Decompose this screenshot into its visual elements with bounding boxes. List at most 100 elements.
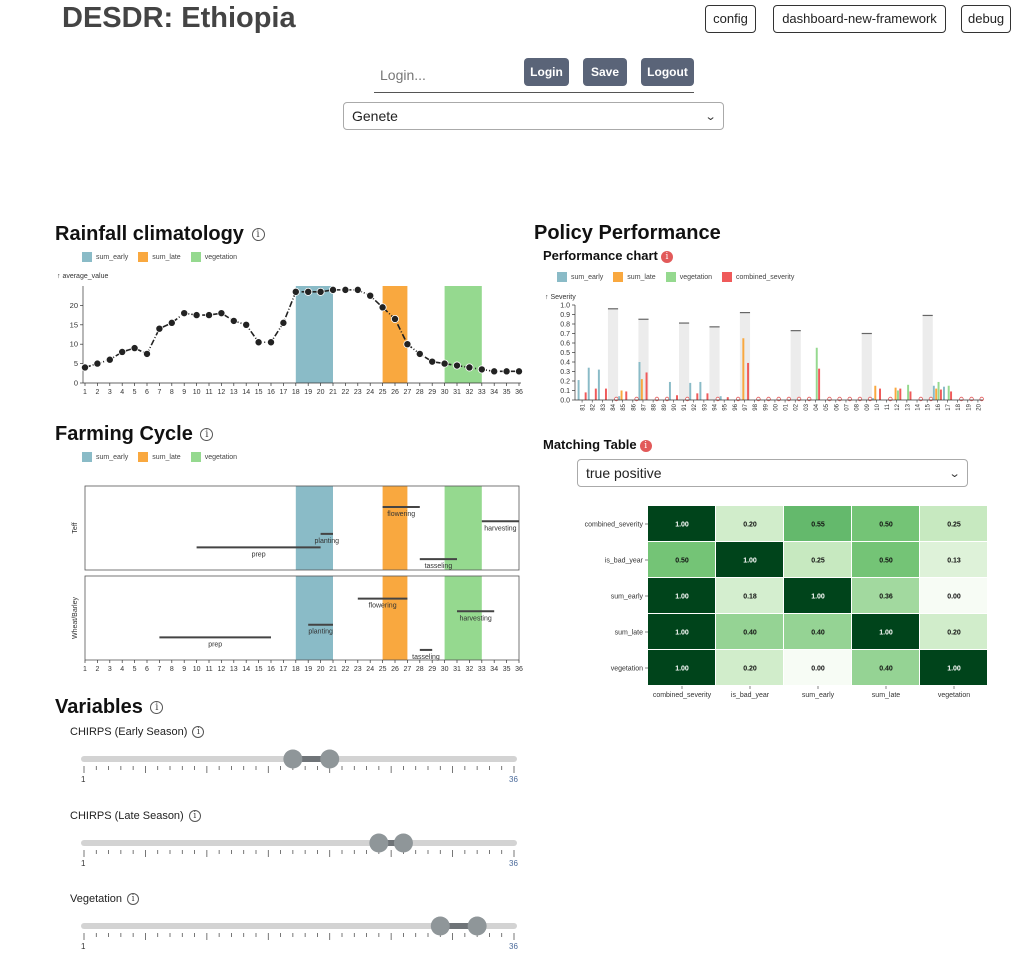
data-point [477, 365, 486, 374]
band-sum_early [295, 286, 333, 383]
y-tick-label: 1.0 [560, 303, 570, 310]
bar-combined_severity [939, 389, 942, 400]
bad-year-bar [709, 326, 720, 400]
bar-combined_severity [909, 391, 912, 400]
heatmap-cell-label: 1.00 [675, 594, 689, 601]
bar-combined_severity [645, 372, 648, 400]
data-point [204, 311, 213, 320]
stage-label-tasseling: tasseling [412, 654, 440, 661]
x-tick-label: 2 [95, 666, 99, 673]
legend-item-sum-early: sum_early [82, 252, 128, 262]
x-tick-label: 27 [404, 389, 412, 396]
login-button[interactable]: Login [524, 58, 569, 86]
x-tick-label: 24 [366, 666, 374, 673]
x-tick-label: 32 [466, 666, 474, 673]
x-tick-label: 96 [733, 403, 739, 410]
x-tick-label: 27 [404, 666, 412, 673]
x-tick-label: 5 [133, 666, 137, 673]
bar-combined_severity [726, 397, 729, 400]
y-tick-label: 5 [74, 359, 78, 368]
x-tick-label: 2 [95, 389, 99, 396]
slider-handle-high[interactable] [320, 749, 340, 769]
y-tick-label: 0.3 [560, 369, 570, 376]
x-tick-label: 19 [966, 403, 972, 410]
matching-select[interactable]: true positive ⌄ [577, 459, 968, 487]
config-button[interactable]: config [705, 5, 756, 33]
x-tick-label: 07 [844, 403, 850, 410]
x-tick-label: 90 [672, 403, 678, 410]
info-icon[interactable]: i [150, 701, 164, 715]
slider-max-label: 36 [509, 775, 518, 784]
x-tick-label: 01 [784, 403, 790, 410]
region-select[interactable]: Genete ⌄ [343, 102, 724, 130]
info-icon[interactable]: i [251, 228, 265, 242]
info-icon[interactable]: i [200, 428, 214, 442]
x-tick-label: 17 [946, 403, 952, 410]
col-label: sum_early [802, 692, 835, 699]
x-tick-label: 21 [329, 389, 337, 396]
range-slider-vegetation[interactable] [78, 912, 523, 944]
slider-handle-low[interactable] [430, 916, 450, 936]
page-title: DESDR: Ethiopia [62, 2, 296, 34]
info-icon[interactable]: i [660, 250, 673, 263]
matching-table-title: Matching Table i [543, 437, 652, 452]
x-tick-label: 10 [193, 666, 201, 673]
x-tick-label: 02 [794, 403, 800, 410]
x-tick-label: 17 [280, 389, 288, 396]
bar-sum_late [874, 385, 877, 400]
logout-button[interactable]: Logout [641, 58, 694, 86]
bar-sum_early [668, 381, 671, 400]
info-icon[interactable]: i [188, 810, 201, 823]
x-tick-label: 03 [804, 403, 810, 410]
col-label: is_bad_year [731, 692, 770, 699]
info-icon[interactable]: i [127, 893, 140, 906]
band-sum_late [382, 576, 408, 660]
y-tick-label: 10 [70, 340, 78, 349]
y-tick-label: 20 [70, 301, 78, 310]
heatmap-cell-label: 0.13 [947, 558, 961, 565]
legend-item-sum-early: sum_early [82, 452, 128, 462]
data-point [502, 367, 511, 376]
x-tick-label: 14 [916, 403, 922, 410]
bar-combined_severity [594, 388, 597, 400]
x-tick-label: 31 [453, 666, 461, 673]
x-tick-label: 87 [641, 403, 647, 410]
dashboard-new-framework-button[interactable]: dashboard-new-framework [773, 5, 946, 33]
crop-label: Teff [72, 522, 79, 533]
data-point [266, 338, 275, 347]
x-tick-label: 36 [515, 389, 523, 396]
slider-handle-high[interactable] [467, 916, 487, 936]
info-icon[interactable]: i [639, 439, 652, 452]
info-icon[interactable]: i [192, 726, 205, 739]
heatmap-cell-label: 0.20 [947, 630, 961, 637]
debug-button[interactable]: debug [961, 5, 1011, 33]
data-point [130, 344, 139, 353]
x-tick-label: 25 [379, 389, 387, 396]
heatmap-cell-label: 0.36 [879, 594, 893, 601]
x-tick-label: 91 [682, 403, 688, 410]
slider-handle-low[interactable] [283, 749, 303, 769]
x-tick-label: 95 [723, 403, 729, 410]
x-tick-label: 18 [292, 666, 300, 673]
x-tick-label: 00 [773, 403, 779, 410]
slider-handle-high[interactable] [393, 833, 413, 853]
data-point [242, 320, 251, 329]
stage-label-planting: planting [308, 629, 333, 636]
slider-handle-low[interactable] [369, 833, 389, 853]
bad-year-bar [922, 315, 933, 400]
x-tick-label: 19 [304, 666, 312, 673]
range-slider-early[interactable] [78, 745, 523, 777]
bar-vegetation [947, 385, 950, 400]
bar-combined_severity [584, 392, 587, 400]
data-point [167, 318, 176, 327]
x-tick-label: 82 [591, 403, 597, 410]
col-label: vegetation [938, 692, 970, 699]
data-point [80, 363, 89, 372]
heatmap-cell-label: 0.00 [947, 594, 961, 601]
band-sum_late [382, 486, 408, 570]
save-button[interactable]: Save [583, 58, 627, 86]
range-slider-late[interactable] [78, 829, 523, 861]
bad-year-bar [607, 308, 619, 400]
x-tick-label: 08 [855, 403, 861, 410]
bad-year-bar [861, 333, 872, 400]
